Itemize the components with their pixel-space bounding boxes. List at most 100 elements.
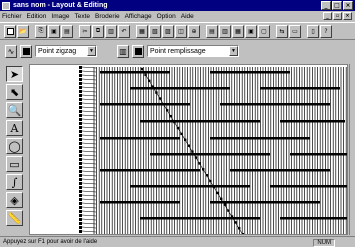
ungroup-button[interactable]: ▢ (258, 24, 270, 38)
preview-button[interactable]: ◫ (175, 24, 187, 38)
help-button[interactable]: ? (320, 24, 332, 38)
zoom-in-icon: ⊕ (191, 27, 197, 35)
rectangle-tool[interactable]: ▭ (6, 156, 23, 172)
minimize-button[interactable]: _ (321, 1, 331, 10)
freehand-curve-icon: ∫ (11, 175, 18, 189)
fill-pattern-button[interactable]: ▥ (117, 44, 129, 58)
chevron-down-icon[interactable]: ▼ (87, 46, 96, 56)
cut-button[interactable]: ✂ (79, 24, 91, 38)
menu-broderie[interactable]: Broderie (95, 13, 120, 20)
lasso-tool[interactable]: ◯ (6, 138, 23, 154)
transfer-button[interactable]: ⇆ (276, 24, 288, 38)
group-icon: ▣ (248, 27, 254, 35)
hoop-button[interactable]: ▨ (162, 24, 174, 38)
ungroup-icon: ▢ (261, 27, 267, 35)
grid-button[interactable]: ▦ (136, 24, 148, 38)
fill-pattern-icon: ▥ (119, 46, 127, 56)
grid-icon: ▦ (139, 27, 145, 35)
node-edit-tool[interactable]: ⬉ (6, 84, 23, 100)
curve-icon: ∿ (7, 46, 15, 56)
save-button[interactable]: ▤ (61, 24, 73, 38)
menu-texte[interactable]: Texte (74, 13, 90, 20)
fill-color-button[interactable] (132, 44, 144, 58)
help-icon: ? (324, 27, 328, 35)
design-canvas[interactable] (29, 64, 348, 235)
stitch-toolbar: ∿ Point zigzag ▼ ▥ Point remplissage ▼ (0, 41, 355, 61)
select-arrow-icon: ➤ (9, 67, 20, 81)
align-center-icon: ▥ (222, 27, 228, 35)
freehand-tool[interactable]: ∫ (6, 174, 23, 190)
align-left-icon: ▤ (209, 27, 215, 35)
align-right-icon: ▦ (235, 27, 241, 35)
ruler-icon: 📏 (7, 211, 22, 225)
stitch-type-select[interactable]: Point zigzag ▼ (35, 45, 97, 57)
vertical-scrollbar[interactable] (349, 64, 355, 235)
hoop-icon: ▨ (165, 27, 171, 35)
info-icon: ▯ (311, 27, 315, 35)
paint-bucket-icon: ◈ (10, 193, 19, 207)
menu-edition[interactable]: Edition (27, 13, 47, 20)
rectangle-icon: ▭ (9, 157, 20, 171)
zoom-in-button[interactable]: ⊕ (188, 24, 200, 38)
status-bar: Appuyez sur F1 pour avoir de l'aide NUM (0, 236, 355, 247)
open-file-button[interactable]: 📂 (17, 24, 29, 38)
app-icon[interactable] (2, 1, 10, 10)
group-button[interactable]: ▣ (245, 24, 257, 38)
document-controls: _ ▫ × (323, 12, 352, 20)
new-file-button[interactable] (4, 24, 16, 38)
info-button[interactable]: ▯ (307, 24, 319, 38)
num-lock-indicator: NUM (313, 239, 335, 247)
image-icon: ▣ (51, 27, 57, 35)
doc-close-button[interactable]: × (343, 12, 352, 20)
cut-icon: ✂ (82, 27, 88, 35)
select-arrow-tool[interactable]: ➤ (6, 66, 23, 82)
menu-image[interactable]: Image (51, 13, 69, 20)
stitch-view-icon: ▧ (152, 27, 158, 35)
undo-button[interactable]: ↶ (118, 24, 130, 38)
tool-palette: ➤ ⬉ 🔍 A ◯ ▭ ∫ ◈ 📏 (6, 66, 26, 228)
close-button[interactable]: × (343, 1, 353, 10)
zoom-icon: 🔍 (7, 103, 22, 117)
window-controls: _ □ × (321, 1, 353, 10)
menu-option[interactable]: Option (157, 13, 176, 20)
chevron-down-icon[interactable]: ▼ (229, 46, 238, 56)
fill-type-value: Point remplissage (150, 47, 206, 55)
align-center-button[interactable]: ▥ (219, 24, 231, 38)
transfer-icon: ⇆ (279, 27, 285, 35)
undo-icon: ↶ (121, 27, 127, 35)
color-swatch-icon (22, 47, 30, 55)
color-swatch-icon (134, 47, 142, 55)
title-bar: sans nom - Layout & Editing _ □ × (0, 0, 355, 11)
doc-minimize-button[interactable]: _ (323, 12, 332, 20)
node-edit-icon: ⬉ (9, 85, 20, 99)
zoom-tool[interactable]: 🔍 (6, 102, 23, 118)
paste-button[interactable]: ▥ (105, 24, 117, 38)
stitch-view-button[interactable]: ▧ (149, 24, 161, 38)
paint-bucket-tool[interactable]: ◈ (6, 192, 23, 208)
align-left-button[interactable]: ▤ (206, 24, 218, 38)
status-text: Appuyez sur F1 pour avoir de l'aide (3, 239, 98, 245)
maximize-button[interactable]: □ (332, 1, 342, 10)
new-file-icon (6, 27, 14, 35)
window-title: sans nom - Layout & Editing (13, 2, 108, 9)
ruler-tool[interactable]: 📏 (6, 210, 23, 226)
curve-tool-button[interactable]: ∿ (5, 44, 17, 58)
scan-button[interactable]: ⎘ (35, 24, 47, 38)
preview-icon: ◫ (178, 27, 184, 35)
image-button[interactable]: ▣ (48, 24, 60, 38)
menu-aide[interactable]: Aide (181, 13, 194, 20)
outline-color-button[interactable] (20, 44, 32, 58)
folder-icon: 📂 (19, 27, 27, 35)
menu-affichage[interactable]: Affichage (125, 13, 152, 20)
doc-restore-button[interactable]: ▫ (333, 12, 342, 20)
lasso-icon: ◯ (8, 139, 21, 153)
copy-button[interactable]: ⧉ (92, 24, 104, 38)
card-button[interactable]: ▭ (289, 24, 301, 38)
align-right-button[interactable]: ▦ (232, 24, 244, 38)
menu-fichier[interactable]: Fichier (2, 13, 22, 20)
card-icon: ▭ (292, 27, 298, 35)
text-tool[interactable]: A (6, 120, 23, 136)
copy-icon: ⧉ (95, 27, 101, 34)
fill-type-select[interactable]: Point remplissage ▼ (147, 45, 239, 57)
main-toolbar: 📂 ⎘ ▣ ▤ ✂ ⧉ ▥ ↶ ▦ ▧ ▨ ◫ ⊕ ▤ ▥ ▦ ▣ ▢ ⇆ ▭ … (0, 22, 355, 40)
